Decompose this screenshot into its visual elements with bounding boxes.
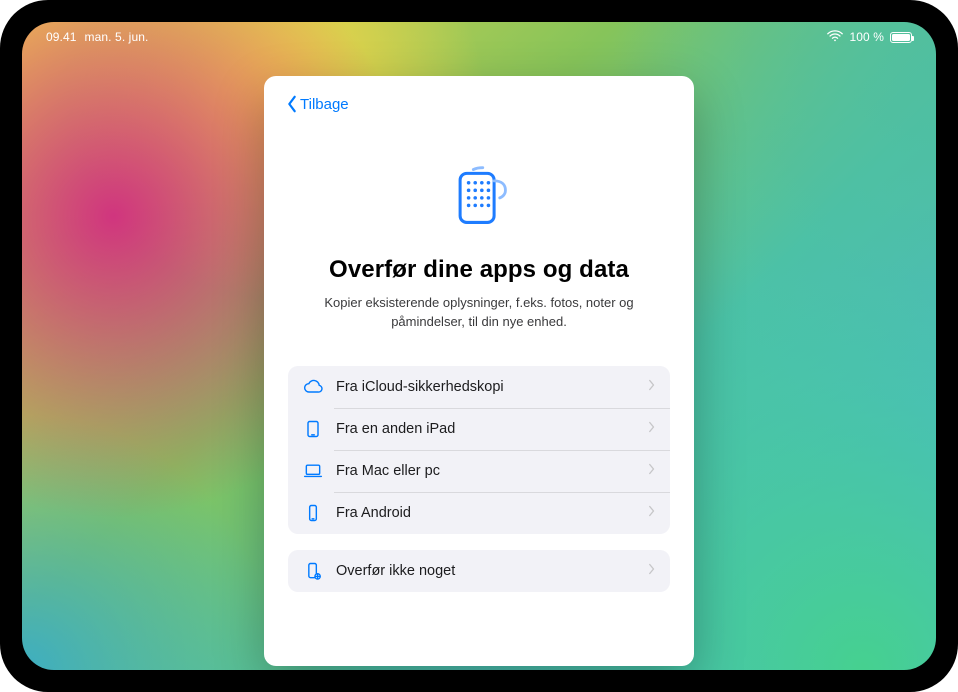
- option-label: Fra en anden iPad: [336, 421, 648, 437]
- option-label: Fra iCloud-sikkerhedskopi: [336, 379, 648, 395]
- option-label: Overfør ikke noget: [336, 563, 648, 579]
- chevron-right-icon: [648, 378, 656, 396]
- page-subtitle: Kopier eksisterende oplysninger, f.eks. …: [309, 294, 649, 332]
- option-label: Fra Mac eller pc: [336, 463, 648, 479]
- page-title: Overfør dine apps og data: [329, 256, 629, 284]
- transfer-hero-icon: [445, 162, 513, 234]
- chevron-right-icon: [648, 420, 656, 438]
- chevron-right-icon: [648, 562, 656, 580]
- transfer-modal: Tilbage: [264, 76, 694, 666]
- device-frame: 09.41 man. 5. jun. 100 %: [0, 0, 958, 692]
- option-mac-pc[interactable]: Fra Mac eller pc: [288, 450, 670, 492]
- back-button[interactable]: Tilbage: [282, 93, 353, 115]
- battery-icon: [890, 32, 912, 43]
- cloud-icon: [302, 377, 324, 397]
- status-bar: 09.41 man. 5. jun. 100 %: [22, 22, 936, 48]
- chevron-right-icon: [648, 462, 656, 480]
- transfer-options-list: Fra iCloud-sikkerhedskopi Fra en anden i…: [288, 366, 670, 534]
- ipad-icon: [302, 419, 324, 439]
- status-time: 09.41: [46, 30, 77, 44]
- option-icloud-backup[interactable]: Fra iCloud-sikkerhedskopi: [288, 366, 670, 408]
- device-plus-icon: [302, 561, 324, 581]
- option-another-ipad[interactable]: Fra en anden iPad: [288, 408, 670, 450]
- option-label: Fra Android: [336, 505, 648, 521]
- phone-icon: [302, 503, 324, 523]
- status-date: man. 5. jun.: [85, 30, 149, 44]
- option-transfer-nothing[interactable]: Overfør ikke noget: [288, 550, 670, 592]
- back-label: Tilbage: [300, 96, 349, 113]
- skip-option-group: Overfør ikke noget: [288, 550, 670, 592]
- chevron-right-icon: [648, 504, 656, 522]
- chevron-left-icon: [286, 95, 298, 113]
- laptop-icon: [302, 461, 324, 481]
- option-android[interactable]: Fra Android: [288, 492, 670, 534]
- wifi-icon: [827, 30, 843, 45]
- screen: 09.41 man. 5. jun. 100 %: [22, 22, 936, 670]
- battery-pct: 100 %: [849, 30, 884, 44]
